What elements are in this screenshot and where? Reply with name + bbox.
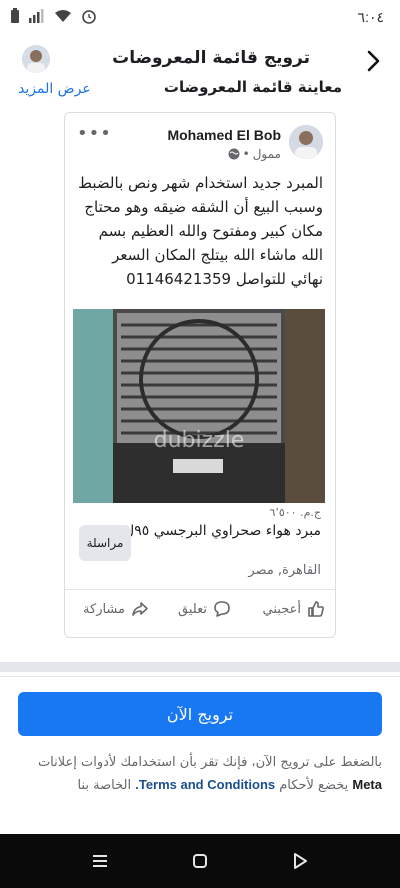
recent-apps-button[interactable] bbox=[89, 850, 111, 872]
listing-preview-card: Mohamed El Bob ممول • ••• المبرد جديد اس… bbox=[64, 112, 336, 638]
post-text: المبرد جديد استخدام شهر ونص بالضبط وسبب … bbox=[78, 174, 323, 288]
listing-photo: dubizzle bbox=[73, 309, 325, 503]
see-more-link[interactable]: عرض المزيد bbox=[18, 81, 91, 97]
terms-part2: يخضع لأحكام bbox=[279, 778, 349, 793]
system-nav-bar bbox=[0, 834, 400, 888]
signal-icon bbox=[29, 9, 44, 23]
terms-text: بالضغط على ترويج الآن، فإنك تقر بأن استخ… bbox=[18, 752, 382, 797]
author-avatar bbox=[289, 125, 323, 159]
play-back-icon bbox=[294, 853, 307, 869]
app-header: ترويج قائمة المعروضات bbox=[0, 38, 400, 84]
wifi-icon bbox=[55, 10, 71, 22]
chevron-right-icon bbox=[367, 50, 380, 72]
meta-brand: Meta bbox=[352, 777, 382, 792]
home-button[interactable] bbox=[189, 850, 211, 872]
nav-back-button[interactable] bbox=[289, 850, 311, 872]
photo-watermark: dubizzle bbox=[154, 428, 245, 453]
meta-dot: • bbox=[242, 147, 250, 161]
back-button[interactable] bbox=[360, 48, 386, 74]
message-button[interactable]: مراسلة bbox=[79, 525, 131, 561]
comment-icon bbox=[214, 601, 230, 617]
share-button[interactable]: مشاركة bbox=[83, 600, 149, 618]
page-title: ترويج قائمة المعروضات bbox=[112, 48, 310, 68]
listing-title: مبرد هواء صحراوي البرجسي ٩٥ل bbox=[124, 523, 321, 539]
like-button[interactable]: أعجبني bbox=[263, 600, 325, 618]
listing-location: القاهرة, مصر bbox=[248, 563, 321, 578]
globe-icon bbox=[228, 148, 240, 160]
avatar[interactable] bbox=[22, 45, 50, 73]
status-bar: ٦:٠٤ bbox=[0, 0, 400, 36]
post-author: Mohamed El Bob bbox=[167, 127, 281, 143]
promote-now-button[interactable]: ترويج الآن bbox=[18, 692, 382, 736]
share-label: مشاركة bbox=[83, 601, 125, 617]
comment-label: تعليق bbox=[178, 601, 207, 617]
listing-price: ج.م. ٦٬٥٠٠ bbox=[269, 506, 321, 519]
status-icons bbox=[10, 8, 97, 24]
more-options-icon[interactable]: ••• bbox=[77, 123, 112, 144]
preview-title: معاينة قائمة المعروضات bbox=[163, 80, 342, 96]
status-time: ٦:٠٤ bbox=[357, 9, 384, 25]
section-divider-line bbox=[0, 676, 400, 677]
thumbs-up-icon bbox=[308, 601, 324, 617]
comment-button[interactable]: تعليق bbox=[178, 600, 231, 618]
terms-part3: الخاصة بنا bbox=[77, 778, 132, 793]
menu-icon bbox=[93, 855, 107, 867]
section-divider bbox=[0, 662, 400, 672]
like-label: أعجبني bbox=[262, 601, 301, 617]
terms-link[interactable]: Terms and Conditions. bbox=[135, 777, 275, 792]
preview-row: معاينة قائمة المعروضات عرض المزيد bbox=[0, 80, 400, 104]
alarm-icon bbox=[82, 10, 96, 24]
post-meta: ممول • bbox=[228, 147, 281, 161]
post-actions: أعجبني تعليق مشاركة bbox=[65, 589, 335, 629]
battery-icon bbox=[11, 8, 19, 23]
home-icon bbox=[193, 854, 207, 868]
share-icon bbox=[132, 602, 148, 616]
sponsored-label: ممول bbox=[252, 147, 281, 161]
terms-part1: بالضغط على ترويج الآن، فإنك تقر بأن استخ… bbox=[37, 755, 382, 770]
